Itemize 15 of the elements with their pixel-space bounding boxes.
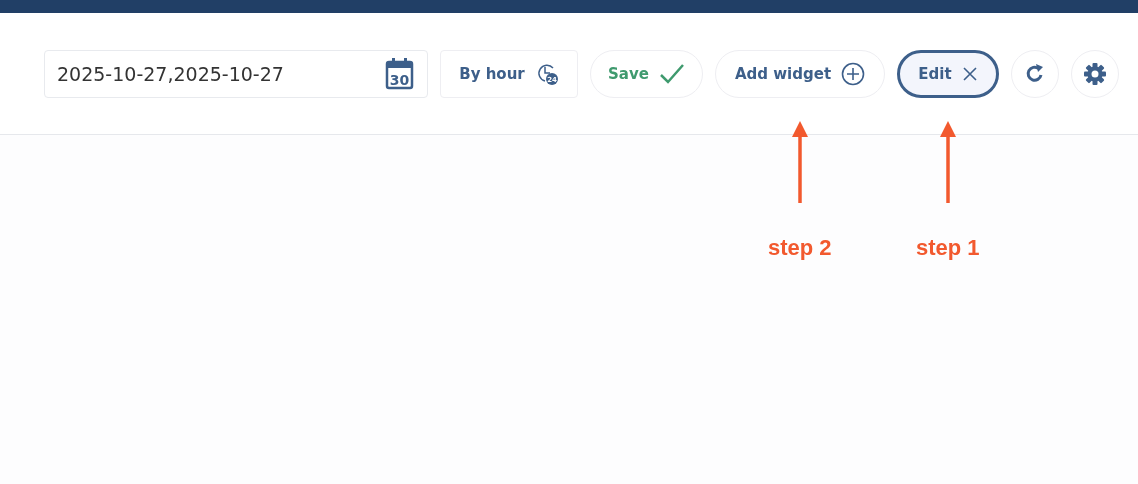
calendar-icon: 30 xyxy=(385,57,415,91)
step-label: step 2 xyxy=(768,235,832,261)
refresh-button[interactable] xyxy=(1011,50,1059,98)
close-icon xyxy=(961,66,978,82)
date-range-field[interactable]: 2025-10-27,2025-10-27 30 xyxy=(44,50,428,98)
plus-circle-icon xyxy=(841,62,866,86)
refresh-icon xyxy=(1024,63,1046,85)
settings-button[interactable] xyxy=(1071,50,1119,98)
edit-button[interactable]: Edit xyxy=(897,50,999,98)
step-label: step 1 xyxy=(916,235,980,261)
checkmark-icon xyxy=(658,63,685,85)
settings-icon xyxy=(1083,62,1107,86)
save-button[interactable]: Save xyxy=(590,50,703,98)
add-widget-button[interactable]: Add widget xyxy=(715,50,885,98)
date-range-text: 2025-10-27,2025-10-27 xyxy=(57,63,284,85)
